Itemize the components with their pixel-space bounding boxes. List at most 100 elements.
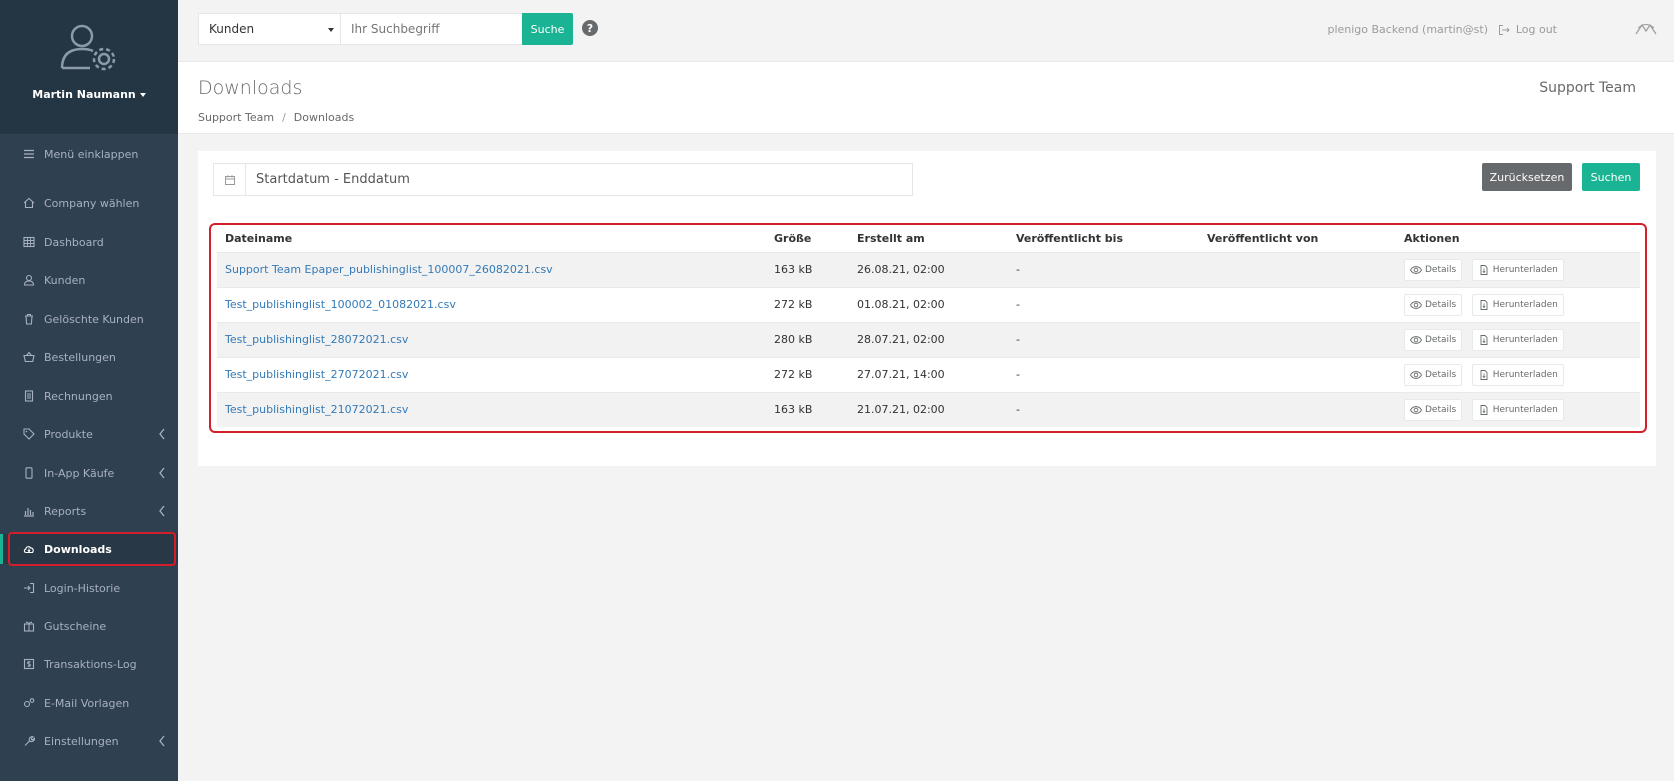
sidebar-item-in-app-kaeufe[interactable]: In-App Käufe — [0, 458, 178, 488]
table-row: Test_publishinglist_27072021.csv 272 kB … — [217, 356, 1640, 392]
cell-actions: Details Herunterladen — [1396, 356, 1640, 392]
column-header-erstellt-am[interactable]: Erstellt am — [849, 225, 1008, 253]
sidebar-item-login-historie[interactable]: Login-Historie — [0, 573, 178, 603]
sidebar-item-dashboard[interactable]: Dashboard — [0, 227, 178, 257]
breadcrumb-current: Downloads — [293, 111, 355, 124]
cell-filename: Test_publishinglist_21072021.csv — [217, 391, 766, 427]
details-button[interactable]: Details — [1404, 328, 1463, 351]
details-button[interactable]: Details — [1404, 363, 1463, 386]
sidebar-item-label: In-App Käufe — [44, 466, 115, 480]
file-link[interactable]: Test_publishinglist_100002_01082021.csv — [225, 298, 456, 311]
table-row: Test_publishinglist_100002_01082021.csv … — [217, 286, 1640, 322]
table-icon — [22, 235, 36, 249]
sidebar-item-rechnungen[interactable]: Rechnungen — [0, 381, 178, 411]
sidebar-item-reports[interactable]: Reports — [0, 496, 178, 526]
trash-icon — [22, 312, 36, 326]
sidebar-item-label: Company wählen — [44, 196, 140, 210]
details-label: Details — [1425, 404, 1457, 415]
details-label: Details — [1425, 299, 1457, 310]
sidebar-item-gutscheine[interactable]: Gutscheine — [0, 611, 178, 641]
bar-chart-icon — [22, 504, 36, 518]
cell-filename: Test_publishinglist_27072021.csv — [217, 356, 766, 392]
sidebar: Martin Naumann Menü einklappen Company w… — [0, 0, 178, 781]
cell-published-by — [1199, 286, 1396, 322]
profile-name-dropdown[interactable]: Martin Naumann — [32, 88, 146, 101]
column-header-groesse[interactable]: Größe — [766, 225, 849, 253]
eye-icon — [1410, 370, 1422, 379]
cell-actions: Details Herunterladen — [1396, 391, 1640, 427]
file-download-icon — [1480, 369, 1488, 380]
sidebar-item-transaktions-log[interactable]: Transaktions-Log — [0, 649, 178, 679]
page-heading: Downloads Support Team / Downloads Support… — [178, 62, 1674, 134]
sidebar-item-email-vorlagen[interactable]: E-Mail Vorlagen — [0, 688, 178, 718]
download-button[interactable]: Herunterladen — [1471, 293, 1564, 316]
download-button[interactable]: Herunterladen — [1471, 398, 1564, 421]
column-header-veroeffentlicht-bis[interactable]: Veröffentlicht bis — [1008, 225, 1199, 253]
sidebar-item-einstellungen[interactable]: Einstellungen — [0, 726, 178, 756]
search-button[interactable]: Suche — [522, 13, 573, 45]
file-link[interactable]: Test_publishinglist_21072021.csv — [225, 403, 408, 416]
cell-published-by — [1199, 356, 1396, 392]
sidebar-item-label: Produkte — [44, 427, 93, 441]
cell-published-until: - — [1008, 391, 1199, 427]
team-name: Support Team — [1539, 80, 1636, 96]
date-range-group[interactable]: Startdatum - Enddatum — [213, 163, 913, 196]
file-link[interactable]: Support Team Epaper_publishinglist_10000… — [225, 263, 553, 276]
sidebar-item-bestellungen[interactable]: Bestellungen — [0, 342, 178, 372]
eye-icon — [1410, 335, 1422, 344]
reset-button[interactable]: Zurücksetzen — [1482, 163, 1572, 191]
wrench-icon — [22, 734, 36, 748]
breadcrumb-link-support-team[interactable]: Support Team — [198, 111, 274, 124]
download-label: Herunterladen — [1492, 299, 1558, 310]
file-link[interactable]: Test_publishinglist_27072021.csv — [225, 368, 408, 381]
gift-icon — [22, 619, 36, 633]
sidebar-item-kunden[interactable]: Kunden — [0, 265, 178, 295]
download-button[interactable]: Herunterladen — [1471, 258, 1564, 281]
sidebar-item-geloeschte-kunden[interactable]: Gelöschte Kunden — [0, 304, 178, 334]
download-button[interactable]: Herunterladen — [1471, 363, 1564, 386]
column-header-veroeffentlicht-von[interactable]: Veröffentlicht von — [1199, 225, 1396, 253]
table-row: Test_publishinglist_28072021.csv 280 kB … — [217, 321, 1640, 357]
search-input[interactable] — [340, 13, 523, 45]
caret-down-icon — [139, 93, 146, 97]
downloads-table: Dateiname Größe Erstellt am Veröffentlic… — [217, 225, 1640, 427]
download-button[interactable]: Herunterladen — [1471, 328, 1564, 351]
file-download-icon — [1480, 404, 1488, 415]
cell-published-until: - — [1008, 356, 1199, 392]
logout-label: Log out — [1515, 23, 1557, 36]
sidebar-item-downloads[interactable]: Downloads — [0, 532, 178, 566]
cogs-icon — [22, 696, 36, 710]
logout-link[interactable]: Log out — [1498, 23, 1557, 36]
download-label: Herunterladen — [1492, 404, 1558, 415]
cell-size: 272 kB — [766, 356, 849, 392]
sidebar-item-menu-collapse[interactable]: Menü einklappen — [0, 139, 178, 169]
search-scope-select[interactable]: Kunden — [198, 13, 341, 45]
search-scope-value: Kunden — [209, 22, 255, 36]
cell-actions: Details Herunterladen — [1396, 321, 1640, 357]
date-range-input[interactable]: Startdatum - Enddatum — [245, 163, 913, 196]
page-title: Downloads — [198, 77, 303, 99]
sidebar-item-produkte[interactable]: Produkte — [0, 419, 178, 449]
details-button[interactable]: Details — [1404, 258, 1463, 281]
download-label: Herunterladen — [1492, 334, 1558, 345]
chevron-left-icon — [159, 735, 165, 747]
sign-out-icon — [1498, 24, 1510, 35]
file-link[interactable]: Test_publishinglist_28072021.csv — [225, 333, 408, 346]
cell-created: 27.07.21, 14:00 — [849, 356, 1008, 392]
invoice-icon — [22, 389, 36, 403]
sidebar-item-label: Reports — [44, 504, 87, 518]
details-button[interactable]: Details — [1404, 398, 1463, 421]
sidebar-item-label: Login-Historie — [44, 581, 121, 595]
details-button[interactable]: Details — [1404, 293, 1463, 316]
sidebar-item-company[interactable]: Company wählen — [0, 188, 178, 218]
sidebar-item-label: Dashboard — [44, 235, 104, 249]
help-icon[interactable]: ? — [582, 20, 598, 36]
filter-search-button[interactable]: Suchen — [1582, 163, 1640, 191]
eye-icon — [1410, 405, 1422, 414]
cell-filename: Test_publishinglist_28072021.csv — [217, 321, 766, 357]
eye-icon — [1410, 300, 1422, 309]
home-icon — [22, 196, 36, 210]
cell-created: 01.08.21, 02:00 — [849, 286, 1008, 322]
calendar-icon[interactable] — [213, 163, 245, 196]
column-header-dateiname[interactable]: Dateiname — [217, 225, 766, 253]
